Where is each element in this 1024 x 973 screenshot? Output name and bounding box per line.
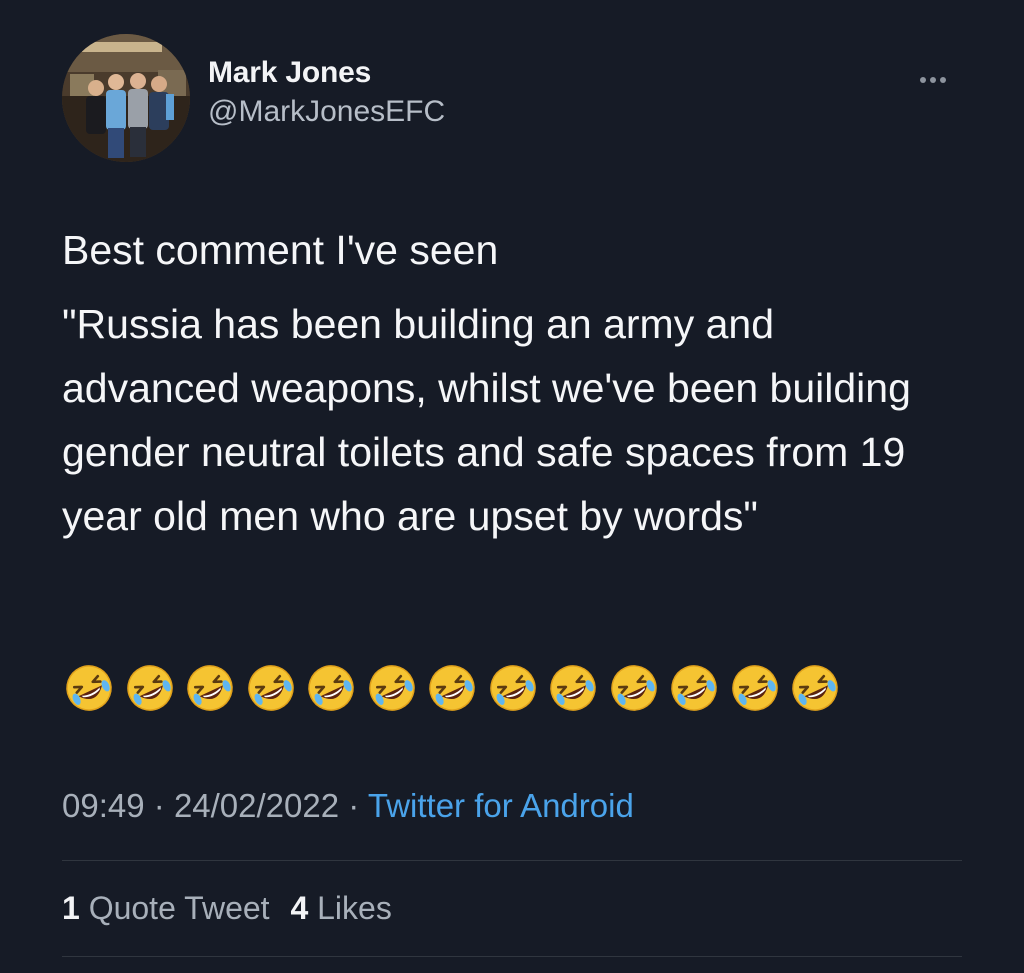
meta-separator-2: · — [348, 787, 360, 824]
emoji-row — [64, 663, 851, 719]
user-handle[interactable]: @MarkJonesEFC — [208, 92, 445, 132]
quote-count: 1 — [62, 890, 80, 926]
quote-tweets-stat[interactable]: 1 Quote Tweet — [62, 890, 270, 926]
rolling-on-the-floor-laughing-icon — [550, 665, 596, 711]
tweet-line-1: Best comment I've seen — [62, 227, 499, 273]
rolling-on-the-floor-laughing-icon — [731, 665, 778, 711]
tweet-time: 09:49 — [62, 787, 145, 824]
rolling-on-the-floor-laughing-icon — [489, 665, 536, 711]
user-names: Mark Jones @MarkJonesEFC — [208, 54, 445, 132]
likes-stat[interactable]: 4 Likes — [290, 890, 391, 926]
tweet-text: Best comment I've seen "Russia has been … — [62, 218, 962, 548]
tweet-meta: 09:49 · 24/02/2022 · Twitter for Android — [62, 784, 634, 828]
rolling-on-the-floor-laughing-icon — [308, 665, 354, 711]
like-label: Likes — [317, 890, 392, 926]
rolling-on-the-floor-laughing-icon — [126, 665, 173, 711]
like-count: 4 — [290, 890, 309, 926]
rolling-on-the-floor-laughing-icon — [671, 665, 717, 711]
tweet-stats: 1 Quote Tweet 4 Likes — [62, 886, 404, 930]
rolling-on-the-floor-laughing-icon — [187, 665, 233, 711]
tweet-header: Mark Jones @MarkJonesEFC — [62, 34, 962, 164]
tweet-source-link[interactable]: Twitter for Android — [368, 787, 634, 824]
avatar-photo — [62, 34, 190, 162]
rolling-on-the-floor-laughing-icon — [66, 665, 112, 711]
tweet-quote: "Russia has been building an army and ad… — [62, 301, 911, 539]
divider — [62, 956, 962, 957]
meta-separator: · — [153, 787, 165, 824]
divider — [62, 860, 962, 861]
rolling-on-the-floor-laughing-icon — [792, 665, 838, 711]
more-options-icon[interactable] — [920, 70, 960, 90]
rolling-on-the-floor-laughing-icon — [429, 665, 475, 711]
tweet-card: Mark Jones @MarkJonesEFC Best comment I'… — [0, 0, 1024, 973]
quote-label: Quote Tweet — [88, 890, 270, 926]
avatar[interactable] — [62, 34, 190, 162]
rolling-on-the-floor-laughing-icon — [610, 665, 657, 711]
display-name[interactable]: Mark Jones — [208, 54, 445, 92]
rolling-on-the-floor-laughing-icon — [368, 665, 415, 711]
tweet-date: 24/02/2022 — [173, 787, 340, 824]
rolling-on-the-floor-laughing-icon — [247, 665, 294, 711]
